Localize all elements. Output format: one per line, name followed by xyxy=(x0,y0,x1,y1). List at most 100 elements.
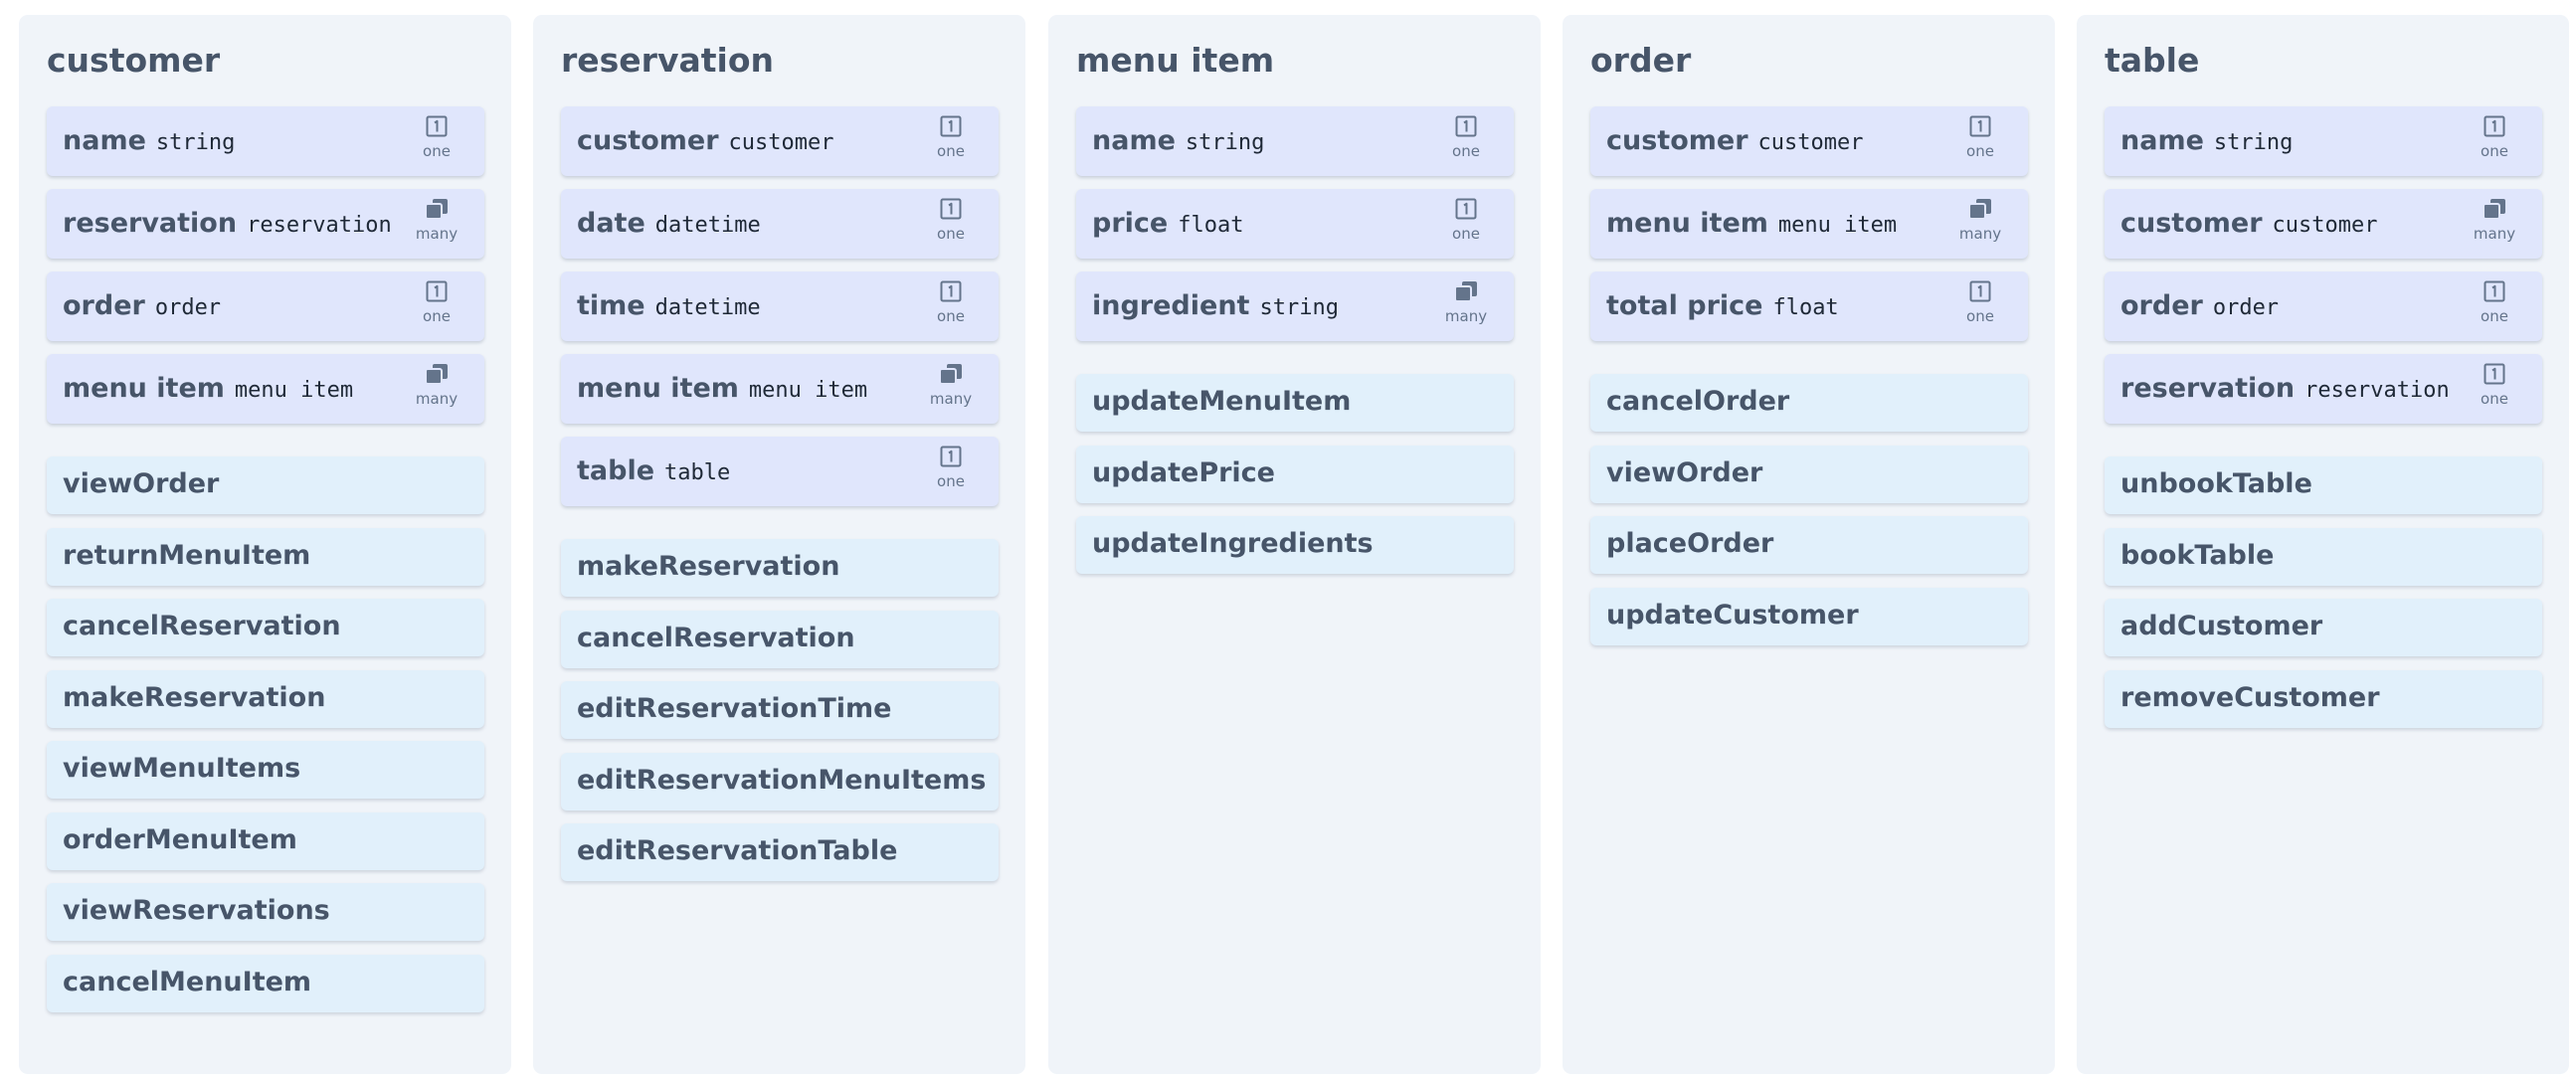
field-row: time datetime one xyxy=(561,271,999,341)
stacked-boxes-icon xyxy=(411,198,462,224)
field-name: menu item menu item xyxy=(1606,208,1897,239)
field-name: price float xyxy=(1092,208,1243,239)
single-box-icon xyxy=(2469,115,2520,141)
field-name-text: customer xyxy=(1606,125,1748,156)
field-name: menu item menu item xyxy=(63,373,353,404)
field-row: date datetime one xyxy=(561,189,999,259)
field-name: date datetime xyxy=(577,208,761,239)
entity-panel-order: order customer customer one menu item menu it… xyxy=(1563,15,2055,1074)
field-list: name string one price float one ingredient stri… xyxy=(1076,106,1514,354)
method-updateCustomer[interactable]: updateCustomer xyxy=(1590,587,2028,645)
method-cancelOrder[interactable]: cancelOrder xyxy=(1590,374,2028,432)
field-name-text: order xyxy=(63,290,145,321)
cardinality-one: one xyxy=(1954,115,2006,160)
field-type: float xyxy=(1772,295,1839,320)
field-name-text: customer xyxy=(577,125,719,156)
method-editReservationMenuItems[interactable]: editReservationMenuItems xyxy=(561,752,999,811)
entity-panel-table: table name string one customer customer many or… xyxy=(2077,15,2569,1074)
cardinality-label: one xyxy=(2481,142,2508,160)
cardinality-label: many xyxy=(415,390,459,408)
method-viewOrder[interactable]: viewOrder xyxy=(1590,445,2028,503)
field-type: order xyxy=(2212,295,2280,320)
method-updateMenuItem[interactable]: updateMenuItem xyxy=(1076,374,1514,432)
field-row: customer customer many xyxy=(2105,189,2542,259)
cardinality-one: one xyxy=(925,198,977,243)
field-type: float xyxy=(1178,213,1244,238)
cardinality-label: one xyxy=(937,472,965,490)
method-viewReservations[interactable]: viewReservations xyxy=(47,883,484,941)
field-name: customer customer xyxy=(577,125,833,156)
single-box-icon xyxy=(925,446,977,471)
method-cancelMenuItem[interactable]: cancelMenuItem xyxy=(47,954,484,1012)
method-editReservationTable[interactable]: editReservationTable xyxy=(561,823,999,881)
method-updateIngredients[interactable]: updateIngredients xyxy=(1076,516,1514,574)
field-name: order order xyxy=(2120,290,2279,321)
cardinality-label: one xyxy=(423,142,451,160)
field-type: menu item xyxy=(1777,213,1898,238)
field-name: reservation reservation xyxy=(63,208,392,239)
field-name-text: reservation xyxy=(63,208,238,239)
cardinality-label: one xyxy=(937,142,965,160)
method-returnMenuItem[interactable]: returnMenuItem xyxy=(47,527,484,586)
entity-panel-customer: customer name string one reservation reservat… xyxy=(19,15,511,1074)
method-viewOrder[interactable]: viewOrder xyxy=(47,456,484,514)
method-editReservationTime[interactable]: editReservationTime xyxy=(561,681,999,739)
method-removeCustomer[interactable]: removeCustomer xyxy=(2105,669,2542,728)
method-unbookTable[interactable]: unbookTable xyxy=(2105,456,2542,514)
cardinality-label: one xyxy=(1966,307,1994,325)
cardinality-one: one xyxy=(1440,115,1492,160)
method-addCustomer[interactable]: addCustomer xyxy=(2105,599,2542,656)
stacked-boxes-icon xyxy=(2469,198,2520,224)
cardinality-one: one xyxy=(2469,280,2520,325)
method-makeReservation[interactable]: makeReservation xyxy=(561,539,999,597)
method-makeReservation[interactable]: makeReservation xyxy=(47,669,484,728)
field-list: name string one reservation reservation many o… xyxy=(47,106,484,437)
single-box-icon xyxy=(1954,280,2006,306)
cardinality-label: one xyxy=(2481,390,2508,408)
field-name: menu item menu item xyxy=(577,373,867,404)
field-name-text: menu item xyxy=(577,373,739,404)
field-name: customer customer xyxy=(2120,208,2377,239)
cardinality-one: one xyxy=(411,115,462,160)
field-name: total price float xyxy=(1606,290,1839,321)
method-cancelReservation[interactable]: cancelReservation xyxy=(561,610,999,668)
single-box-icon xyxy=(1440,115,1492,141)
field-name: time datetime xyxy=(577,290,761,321)
field-name: ingredient string xyxy=(1092,290,1339,321)
field-type: reservation xyxy=(2304,378,2450,403)
field-name-text: name xyxy=(2120,125,2204,156)
field-row: name string one xyxy=(47,106,484,176)
field-name-text: name xyxy=(1092,125,1176,156)
field-type: customer xyxy=(1757,130,1864,155)
field-row: total price float one xyxy=(1590,271,2028,341)
cardinality-one: one xyxy=(411,280,462,325)
cardinality-one: one xyxy=(925,280,977,325)
field-type: order xyxy=(154,295,222,320)
method-bookTable[interactable]: bookTable xyxy=(2105,527,2542,586)
cardinality-one: one xyxy=(1440,198,1492,243)
field-row: table table one xyxy=(561,437,999,506)
field-row: order order one xyxy=(47,271,484,341)
field-row: reservation reservation one xyxy=(2105,354,2542,424)
cardinality-many: many xyxy=(1954,198,2006,243)
single-box-icon xyxy=(2469,363,2520,389)
method-placeOrder[interactable]: placeOrder xyxy=(1590,516,2028,574)
field-type: string xyxy=(1259,295,1339,320)
single-box-icon xyxy=(2469,280,2520,306)
field-type: menu item xyxy=(234,378,354,403)
method-orderMenuItem[interactable]: orderMenuItem xyxy=(47,812,484,870)
method-cancelReservation[interactable]: cancelReservation xyxy=(47,599,484,656)
cardinality-label: many xyxy=(1958,225,2002,243)
method-list: cancelOrder viewOrder placeOrder updateCust… xyxy=(1590,374,2028,658)
stacked-boxes-icon xyxy=(411,363,462,389)
cardinality-label: many xyxy=(929,390,973,408)
field-list: customer customer one date datetime one time da… xyxy=(561,106,999,519)
entity-panel-menu-item: menu item name string one price float one ingre… xyxy=(1048,15,1541,1074)
method-viewMenuItems[interactable]: viewMenuItems xyxy=(47,741,484,799)
field-row: price float one xyxy=(1076,189,1514,259)
single-box-icon xyxy=(925,198,977,224)
field-type: menu item xyxy=(748,378,868,403)
method-updatePrice[interactable]: updatePrice xyxy=(1076,445,1514,503)
field-name-text: date xyxy=(577,208,645,239)
field-name-text: time xyxy=(577,290,645,321)
